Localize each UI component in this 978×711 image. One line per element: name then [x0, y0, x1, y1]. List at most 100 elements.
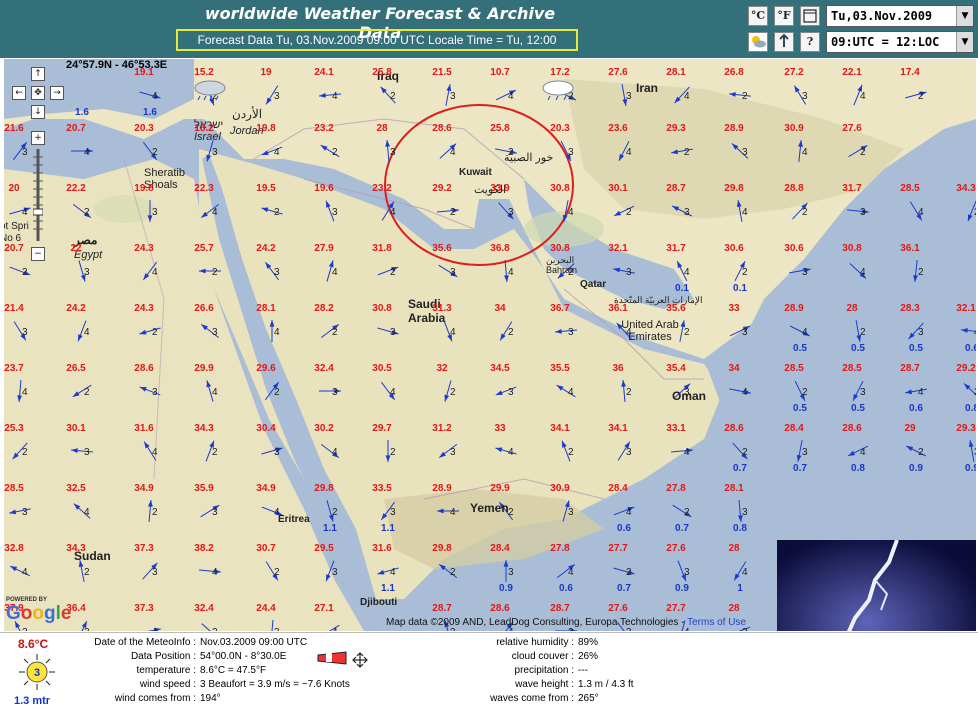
beaufort-number: 2 [212, 267, 218, 278]
beaufort-number: 4 [684, 447, 690, 458]
wind-arrowhead [320, 145, 328, 151]
temperature-value: 34 [728, 363, 740, 374]
wind-sock-icon [317, 651, 368, 668]
beaufort-number: 2 [860, 327, 866, 338]
google-wordmark: Google [6, 603, 72, 624]
wind-arrowhead [377, 569, 385, 575]
beaufort-number: 3 [802, 267, 808, 278]
wind-arrowhead [729, 92, 736, 97]
beaufort-number: 4 [332, 91, 338, 102]
zoom-slider-track [33, 149, 43, 241]
wave-height-value: 0.7 [793, 463, 807, 474]
window-button[interactable] [800, 6, 820, 26]
wind-arrowhead [500, 333, 506, 341]
temperature-value: 28.6 [842, 423, 862, 434]
wind-button[interactable] [774, 32, 794, 52]
beaufort-number: 2 [274, 387, 280, 398]
temperature-value: 22.1 [842, 67, 862, 78]
beaufort-number: 2 [332, 147, 338, 158]
temperature-value: 28 [728, 543, 740, 554]
beaufort-number: 3 [508, 207, 514, 218]
beaufort-number: 2 [802, 207, 808, 218]
wave-height-value: 1.6 [75, 107, 89, 118]
wind-arrowhead [736, 200, 742, 208]
temperature-value: 21.4 [4, 303, 24, 314]
beaufort-number: 4 [22, 567, 28, 578]
zoom-out-button[interactable]: − [31, 247, 45, 261]
label-precipitation: precipitation : [514, 665, 574, 676]
temperature-value: 24.1 [314, 67, 334, 78]
beaufort-number: 3 [450, 447, 456, 458]
beaufort-number: 2 [918, 91, 924, 102]
beaufort-number: 4 [450, 327, 456, 338]
beaufort-number: 4 [742, 567, 748, 578]
sun-cloud-icon [752, 36, 766, 48]
temperature-value: 35.6 [432, 243, 452, 254]
beaufort-number: 4 [390, 567, 396, 578]
weather-symbol-button[interactable] [748, 32, 768, 52]
beaufort-number: 3 [212, 147, 218, 158]
celsius-button[interactable]: °C [748, 6, 768, 26]
label-djibouti: Djibouti [360, 597, 398, 608]
wind-arrowhead [677, 261, 683, 269]
sun-icon: 3 [19, 654, 55, 690]
fahrenheit-button[interactable]: °F [774, 6, 794, 26]
temperature-value: 29.7 [372, 423, 392, 434]
wind-arrowhead [201, 211, 208, 218]
date-select[interactable]: Tu,03.Nov.2009 ▼ [826, 5, 974, 27]
terms-of-use-link[interactable]: Terms of Use [687, 617, 746, 628]
beaufort-number: 3 [390, 327, 396, 338]
beaufort-number: 3 [742, 147, 748, 158]
pan-down-button[interactable]: ↓ [31, 105, 45, 119]
beaufort-number: 3 [918, 327, 924, 338]
temperature-value: 28.1 [666, 67, 686, 78]
wave-height-value: 0.9 [675, 583, 689, 594]
pan-right-button[interactable]: → [50, 86, 64, 100]
temperature-value: 30.6 [784, 243, 804, 254]
beaufort-number: 2 [390, 447, 396, 458]
pan-up-button[interactable]: ↑ [31, 67, 45, 81]
label-qatar: Qatar [580, 279, 607, 290]
beaufort-number: 4 [508, 267, 514, 278]
temperature-value: 24.3 [134, 303, 154, 314]
wind-arrowhead [495, 447, 503, 453]
google-logo[interactable]: POWERED BY Google [6, 597, 71, 625]
wind-arrowhead [796, 454, 802, 462]
help-button[interactable]: ? [800, 32, 820, 52]
temperature-value: 28.7 [900, 363, 920, 374]
pan-center-button[interactable]: ✥ [31, 86, 45, 100]
wave-height-value: 0.1 [733, 283, 747, 294]
beaufort-number: 4 [684, 91, 690, 102]
beaufort-number: 2 [390, 91, 396, 102]
temperature-value: 25.7 [194, 243, 214, 254]
temperature-value: 21.5 [432, 67, 452, 78]
beaufort-number: 4 [274, 147, 280, 158]
label-bahrain: Bahrain [546, 265, 578, 275]
temperature-value: 26.8 [724, 67, 744, 78]
zoom-in-button[interactable]: + [31, 131, 45, 145]
wave-height-value: 0.5 [851, 403, 865, 414]
temperature-value: 28.9 [432, 483, 452, 494]
wind-arrowhead [439, 451, 446, 458]
wave-height-value: 0.6 [909, 403, 923, 414]
temperature-value: 32.5 [66, 483, 86, 494]
label-spring: ot Spri No 6 [4, 221, 29, 244]
beaufort-number: 4 [626, 507, 632, 518]
wind-arrowhead [266, 97, 272, 105]
label-uae: United Arab Emirates [621, 319, 679, 343]
temperature-value: 28.6 [490, 603, 510, 614]
wind-arrowhead [556, 385, 564, 391]
temperature-value: 30.8 [550, 183, 570, 194]
temperature-value: 26.6 [194, 303, 214, 314]
weather-map[interactable]: 4234234234234234234234234234242342342342… [4, 59, 976, 631]
beaufort-number: 4 [152, 267, 158, 278]
beaufort-number: 3 [22, 147, 28, 158]
wave-height-value: 0.8 [733, 523, 747, 534]
temperature-value: 23.2 [372, 183, 392, 194]
beaufort-number: 4 [22, 207, 28, 218]
zoom-slider[interactable] [33, 149, 43, 241]
time-select[interactable]: 09:UTC = 12:LOC ▼ [826, 31, 974, 53]
pan-left-button[interactable]: ← [12, 86, 26, 100]
beaufort-number: 3 [274, 91, 280, 102]
current-temperature: 8.6°C [18, 637, 49, 651]
